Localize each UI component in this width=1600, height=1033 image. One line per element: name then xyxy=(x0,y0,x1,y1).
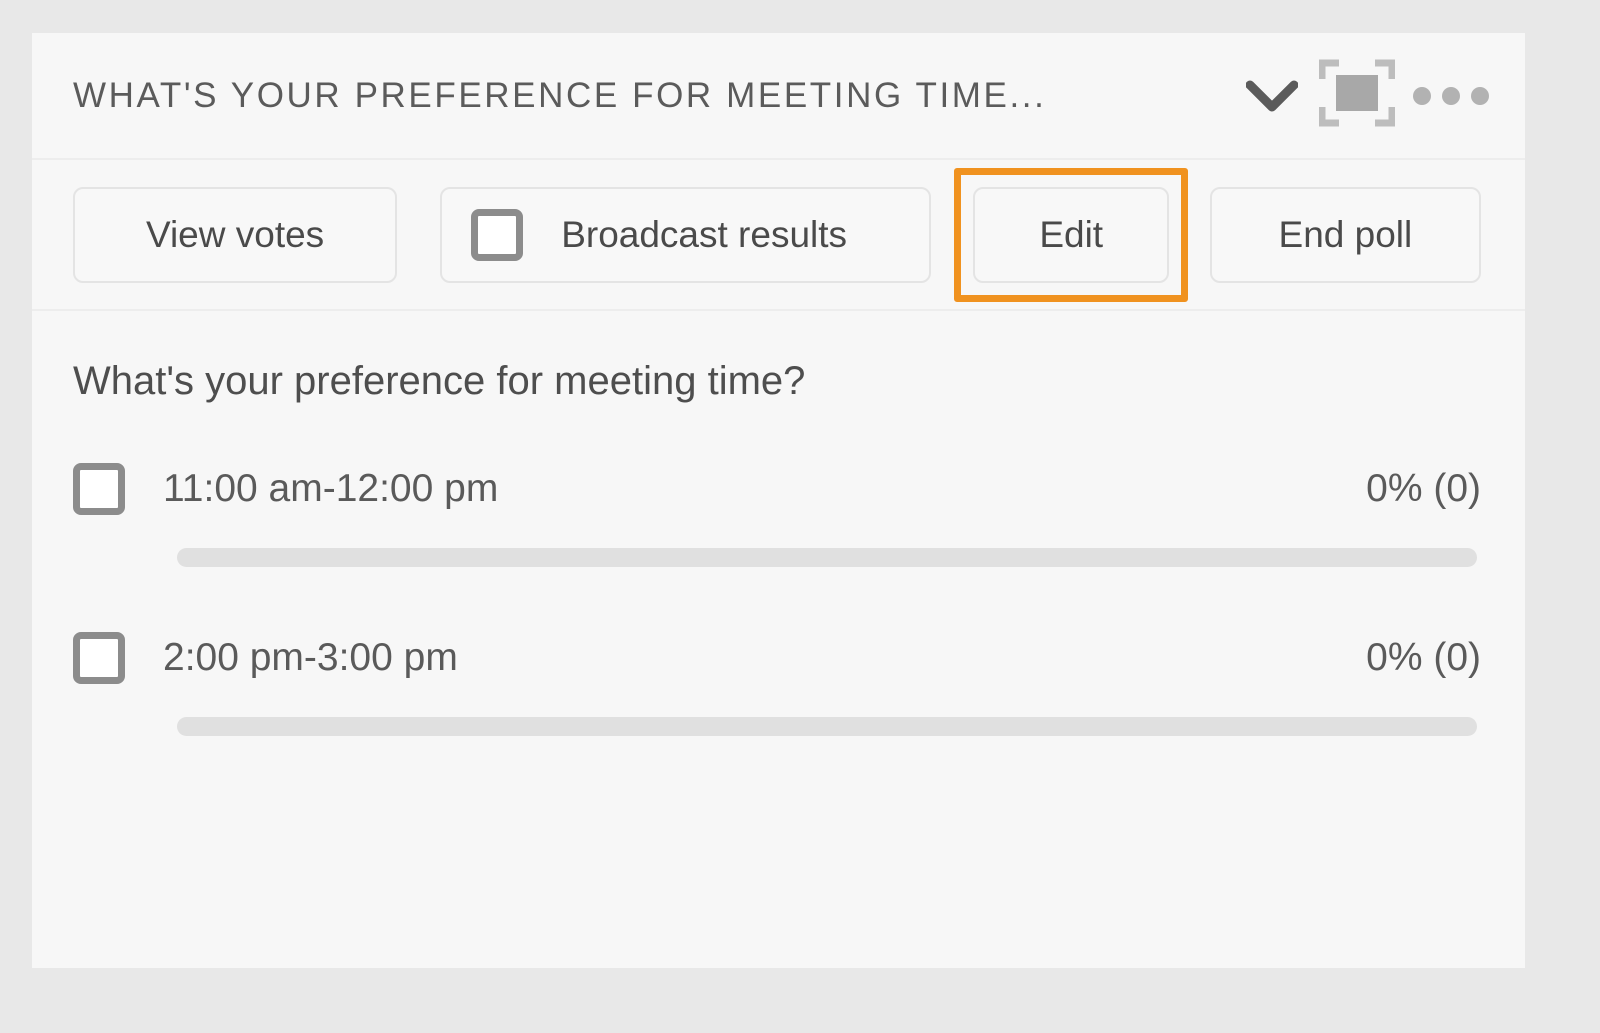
collapse-panel-button[interactable] xyxy=(1235,66,1309,126)
more-options-icon xyxy=(1413,86,1431,105)
poll-option-result: 0% (0) xyxy=(1366,636,1481,679)
poll-option-checkbox[interactable] xyxy=(73,632,125,684)
poll-option-row[interactable]: 11:00 am-12:00 pm 0% (0) xyxy=(73,460,1481,518)
maximize-icon xyxy=(1318,59,1396,132)
view-votes-label: View votes xyxy=(145,213,325,255)
poll-option-progress xyxy=(177,717,1477,736)
view-votes-button[interactable]: View votes xyxy=(73,186,398,283)
poll-question: What's your preference for meeting time? xyxy=(73,359,806,403)
more-options-icon-dot-2 xyxy=(1442,86,1460,105)
poll-option-progress xyxy=(177,548,1477,567)
poll-option-result: 0% (0) xyxy=(1366,467,1481,510)
page-title: WHAT'S YOUR PREFERENCE FOR MEETING TIME.… xyxy=(73,75,1047,115)
poll-option-label: 2:00 pm-3:00 pm xyxy=(163,636,458,679)
edit-button-highlight: Edit xyxy=(954,167,1189,302)
poll-option: 2:00 pm-3:00 pm 0% (0) xyxy=(73,629,1481,736)
edit-button[interactable]: Edit xyxy=(973,186,1170,283)
end-poll-button[interactable]: End poll xyxy=(1209,186,1482,283)
more-options-button[interactable] xyxy=(1405,66,1497,126)
more-options-icon-dot-3 xyxy=(1471,86,1489,105)
poll-option-row[interactable]: 2:00 pm-3:00 pm 0% (0) xyxy=(73,629,1481,687)
poll-toolbar: View votes Broadcast results Edit End po… xyxy=(32,160,1525,311)
panel-header: WHAT'S YOUR PREFERENCE FOR MEETING TIME.… xyxy=(32,33,1525,160)
poll-panel: WHAT'S YOUR PREFERENCE FOR MEETING TIME.… xyxy=(32,33,1525,968)
poll-body: What's your preference for meeting time?… xyxy=(32,311,1525,968)
edit-label: Edit xyxy=(1039,213,1104,255)
screen: WHAT'S YOUR PREFERENCE FOR MEETING TIME.… xyxy=(0,0,1600,1033)
poll-option: 11:00 am-12:00 pm 0% (0) xyxy=(73,460,1481,567)
header-actions xyxy=(1225,59,1497,132)
broadcast-results-button[interactable]: Broadcast results xyxy=(440,186,931,283)
poll-option-label: 11:00 am-12:00 pm xyxy=(163,467,499,510)
poll-option-checkbox[interactable] xyxy=(73,463,125,515)
broadcast-results-label: Broadcast results xyxy=(561,213,848,255)
chevron-down-icon xyxy=(1246,80,1298,112)
end-poll-label: End poll xyxy=(1278,213,1413,255)
broadcast-results-checkbox[interactable] xyxy=(471,208,524,261)
maximize-panel-button[interactable] xyxy=(1309,59,1405,132)
